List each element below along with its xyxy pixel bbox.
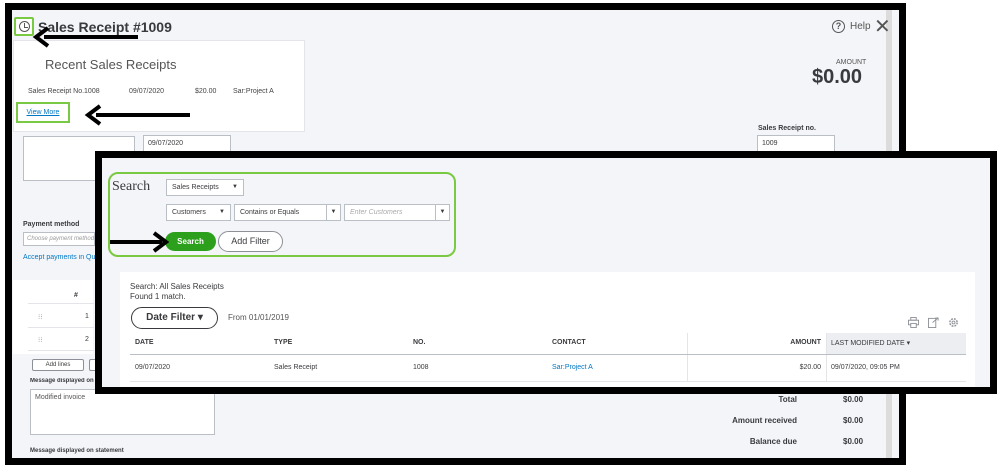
- balance-due-label: Balance due: [749, 437, 797, 446]
- payment-method-label: Payment method: [23, 221, 80, 228]
- filter-operator-select[interactable]: Contains or Equals ▼: [234, 204, 341, 221]
- chevron-down-icon: ▼: [435, 205, 449, 220]
- receipt-no-label: Sales Receipt no.: [758, 125, 816, 132]
- chevron-down-icon: ▼: [219, 209, 225, 215]
- row-divider: [28, 350, 94, 351]
- column-header-contact[interactable]: CONTACT: [552, 339, 586, 346]
- line-items-table: [13, 280, 93, 354]
- search-heading: Search: [112, 179, 151, 194]
- add-filter-button[interactable]: Add Filter: [218, 231, 283, 252]
- column-header-date[interactable]: DATE: [135, 339, 154, 346]
- transaction-type-select[interactable]: Sales Receipts ▼: [166, 179, 244, 196]
- column-header-last-modified[interactable]: LAST MODIFIED DATE ▾: [831, 339, 910, 347]
- row-divider: [28, 327, 94, 328]
- add-lines-button[interactable]: Add lines: [32, 359, 84, 371]
- close-icon[interactable]: ✕: [874, 14, 891, 39]
- amount-received-label: Amount received: [732, 416, 797, 425]
- search-criteria-text: Search: All Sales Receipts: [130, 282, 224, 291]
- result-number: 1008: [413, 364, 429, 371]
- annotation-arrow-history: [32, 26, 138, 48]
- print-icon[interactable]: [908, 317, 919, 328]
- filter-field-value: Customers: [172, 209, 206, 216]
- line-number-header: #: [74, 292, 78, 299]
- settings-gear-icon[interactable]: [948, 317, 959, 328]
- search-summary: Search: All Sales Receipts Found 1 match…: [130, 282, 224, 302]
- result-type[interactable]: Sales Receipt: [274, 364, 317, 371]
- result-last-modified: 09/07/2020, 09:05 PM: [831, 364, 900, 371]
- annotation-arrow-viewmore: [84, 104, 190, 126]
- total-label: Total: [778, 395, 797, 404]
- export-icon[interactable]: [928, 317, 939, 328]
- line-number: 1: [85, 313, 89, 320]
- recent-row-amount: $20.00: [195, 88, 217, 95]
- filter-value-input[interactable]: Enter Customers ▼: [344, 204, 450, 221]
- filter-operator-value: Contains or Equals: [240, 209, 300, 216]
- drag-handle-icon[interactable]: ⁝⁝: [38, 336, 42, 344]
- payment-method-select[interactable]: Choose payment method: [23, 232, 95, 246]
- message-label: Message displayed on invoice: [30, 378, 96, 384]
- transaction-type-value: Sales Receipts: [172, 184, 219, 191]
- message-textarea[interactable]: Modified invoice: [30, 389, 215, 435]
- result-date: 09/07/2020: [135, 364, 171, 371]
- chevron-down-icon: ▼: [326, 205, 340, 220]
- chevron-down-icon: ▼: [232, 184, 238, 190]
- column-divider: [826, 333, 827, 381]
- recent-row-name[interactable]: Sales Receipt No.1008: [28, 88, 100, 95]
- column-header-amount[interactable]: AMOUNT: [760, 339, 821, 346]
- column-header-no[interactable]: NO.: [413, 339, 425, 346]
- amount-label: AMOUNT: [836, 59, 867, 66]
- table-row-line: [130, 381, 966, 382]
- column-header-type[interactable]: TYPE: [274, 339, 292, 346]
- filter-field-select[interactable]: Customers ▼: [166, 204, 231, 221]
- balance-due-value: $0.00: [843, 437, 864, 446]
- filter-value-placeholder: Enter Customers: [350, 209, 403, 216]
- help-label: Help: [850, 21, 871, 32]
- date-filter-button[interactable]: Date Filter ▾: [131, 307, 218, 329]
- table-header-line: [130, 354, 966, 355]
- annotation-arrow-search: [110, 231, 170, 253]
- recent-row-contact: Sar:Project A: [233, 88, 274, 95]
- drag-handle-icon[interactable]: ⁝⁝: [38, 313, 42, 321]
- result-amount: $20.00: [799, 364, 821, 371]
- help-button[interactable]: ? Help: [832, 20, 871, 33]
- result-contact-link[interactable]: Sar:Project A: [552, 364, 593, 371]
- column-divider: [687, 333, 688, 381]
- date-range-text: From 01/01/2019: [228, 313, 289, 322]
- row-divider: [28, 303, 94, 304]
- clock-history-icon[interactable]: [14, 17, 34, 36]
- match-count-text: Found 1 match.: [130, 292, 186, 301]
- total-value: $0.00: [843, 395, 864, 404]
- recent-title: Recent Sales Receipts: [45, 57, 177, 72]
- search-button[interactable]: Search: [165, 232, 216, 251]
- accept-payments-link[interactable]: Accept payments in QuickBooks: [23, 254, 95, 261]
- view-more-link[interactable]: View More: [16, 102, 70, 123]
- help-icon: ?: [832, 20, 845, 33]
- recent-row-date: 09/07/2020: [129, 88, 165, 95]
- statement-message-label: Message displayed on statement: [30, 448, 124, 454]
- line-number: 2: [85, 336, 89, 343]
- amount-value: $0.00: [812, 66, 863, 88]
- amount-received-value: $0.00: [843, 416, 864, 425]
